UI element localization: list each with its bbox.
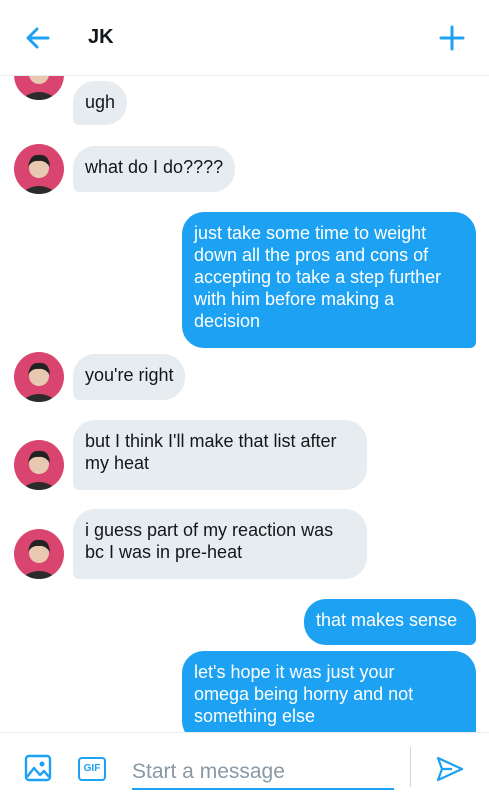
message-row-incoming: i guess part of my reaction was bc I was… xyxy=(0,509,489,581)
avatar[interactable] xyxy=(14,352,64,402)
message-row-incoming: ugh xyxy=(0,76,489,136)
avatar[interactable] xyxy=(14,144,64,194)
conversation-title: JK xyxy=(88,26,114,48)
message-bubble[interactable]: just take some time to weight down all t… xyxy=(182,212,476,348)
message-bubble[interactable]: you're right xyxy=(73,354,186,400)
message-bubble[interactable]: i guess part of my reaction was bc I was… xyxy=(73,509,367,579)
avatar[interactable] xyxy=(14,76,64,100)
avatar[interactable] xyxy=(14,440,64,490)
back-arrow-icon[interactable] xyxy=(22,22,54,54)
message-bubble[interactable]: what do I do???? xyxy=(73,146,236,192)
message-row-incoming: what do I do???? xyxy=(0,144,489,198)
divider xyxy=(410,747,411,787)
gif-button[interactable]: GIF xyxy=(78,757,106,781)
message-row-incoming: you're right xyxy=(0,352,489,406)
send-icon[interactable] xyxy=(435,754,465,784)
message-row-outgoing: that makes sense xyxy=(0,599,489,645)
avatar[interactable] xyxy=(14,529,64,579)
message-row-outgoing: just take some time to weight down all t… xyxy=(0,212,489,348)
message-composer: GIF xyxy=(0,732,489,801)
conversation-header: JK xyxy=(0,0,489,76)
message-bubble[interactable]: that makes sense xyxy=(304,599,476,645)
plus-icon[interactable] xyxy=(436,22,468,54)
message-input[interactable] xyxy=(132,756,394,790)
message-row-incoming: but I think I'll make that list after my… xyxy=(0,420,489,492)
message-bubble[interactable]: let's hope it was just your omega being … xyxy=(182,651,476,732)
message-bubble[interactable]: but I think I'll make that list after my… xyxy=(73,420,367,490)
message-thread[interactable]: ugh what do I do???? just take some time… xyxy=(0,76,489,732)
image-icon[interactable] xyxy=(23,753,53,783)
message-bubble[interactable]: ugh xyxy=(73,81,128,125)
message-row-outgoing: let's hope it was just your omega being … xyxy=(0,651,489,732)
